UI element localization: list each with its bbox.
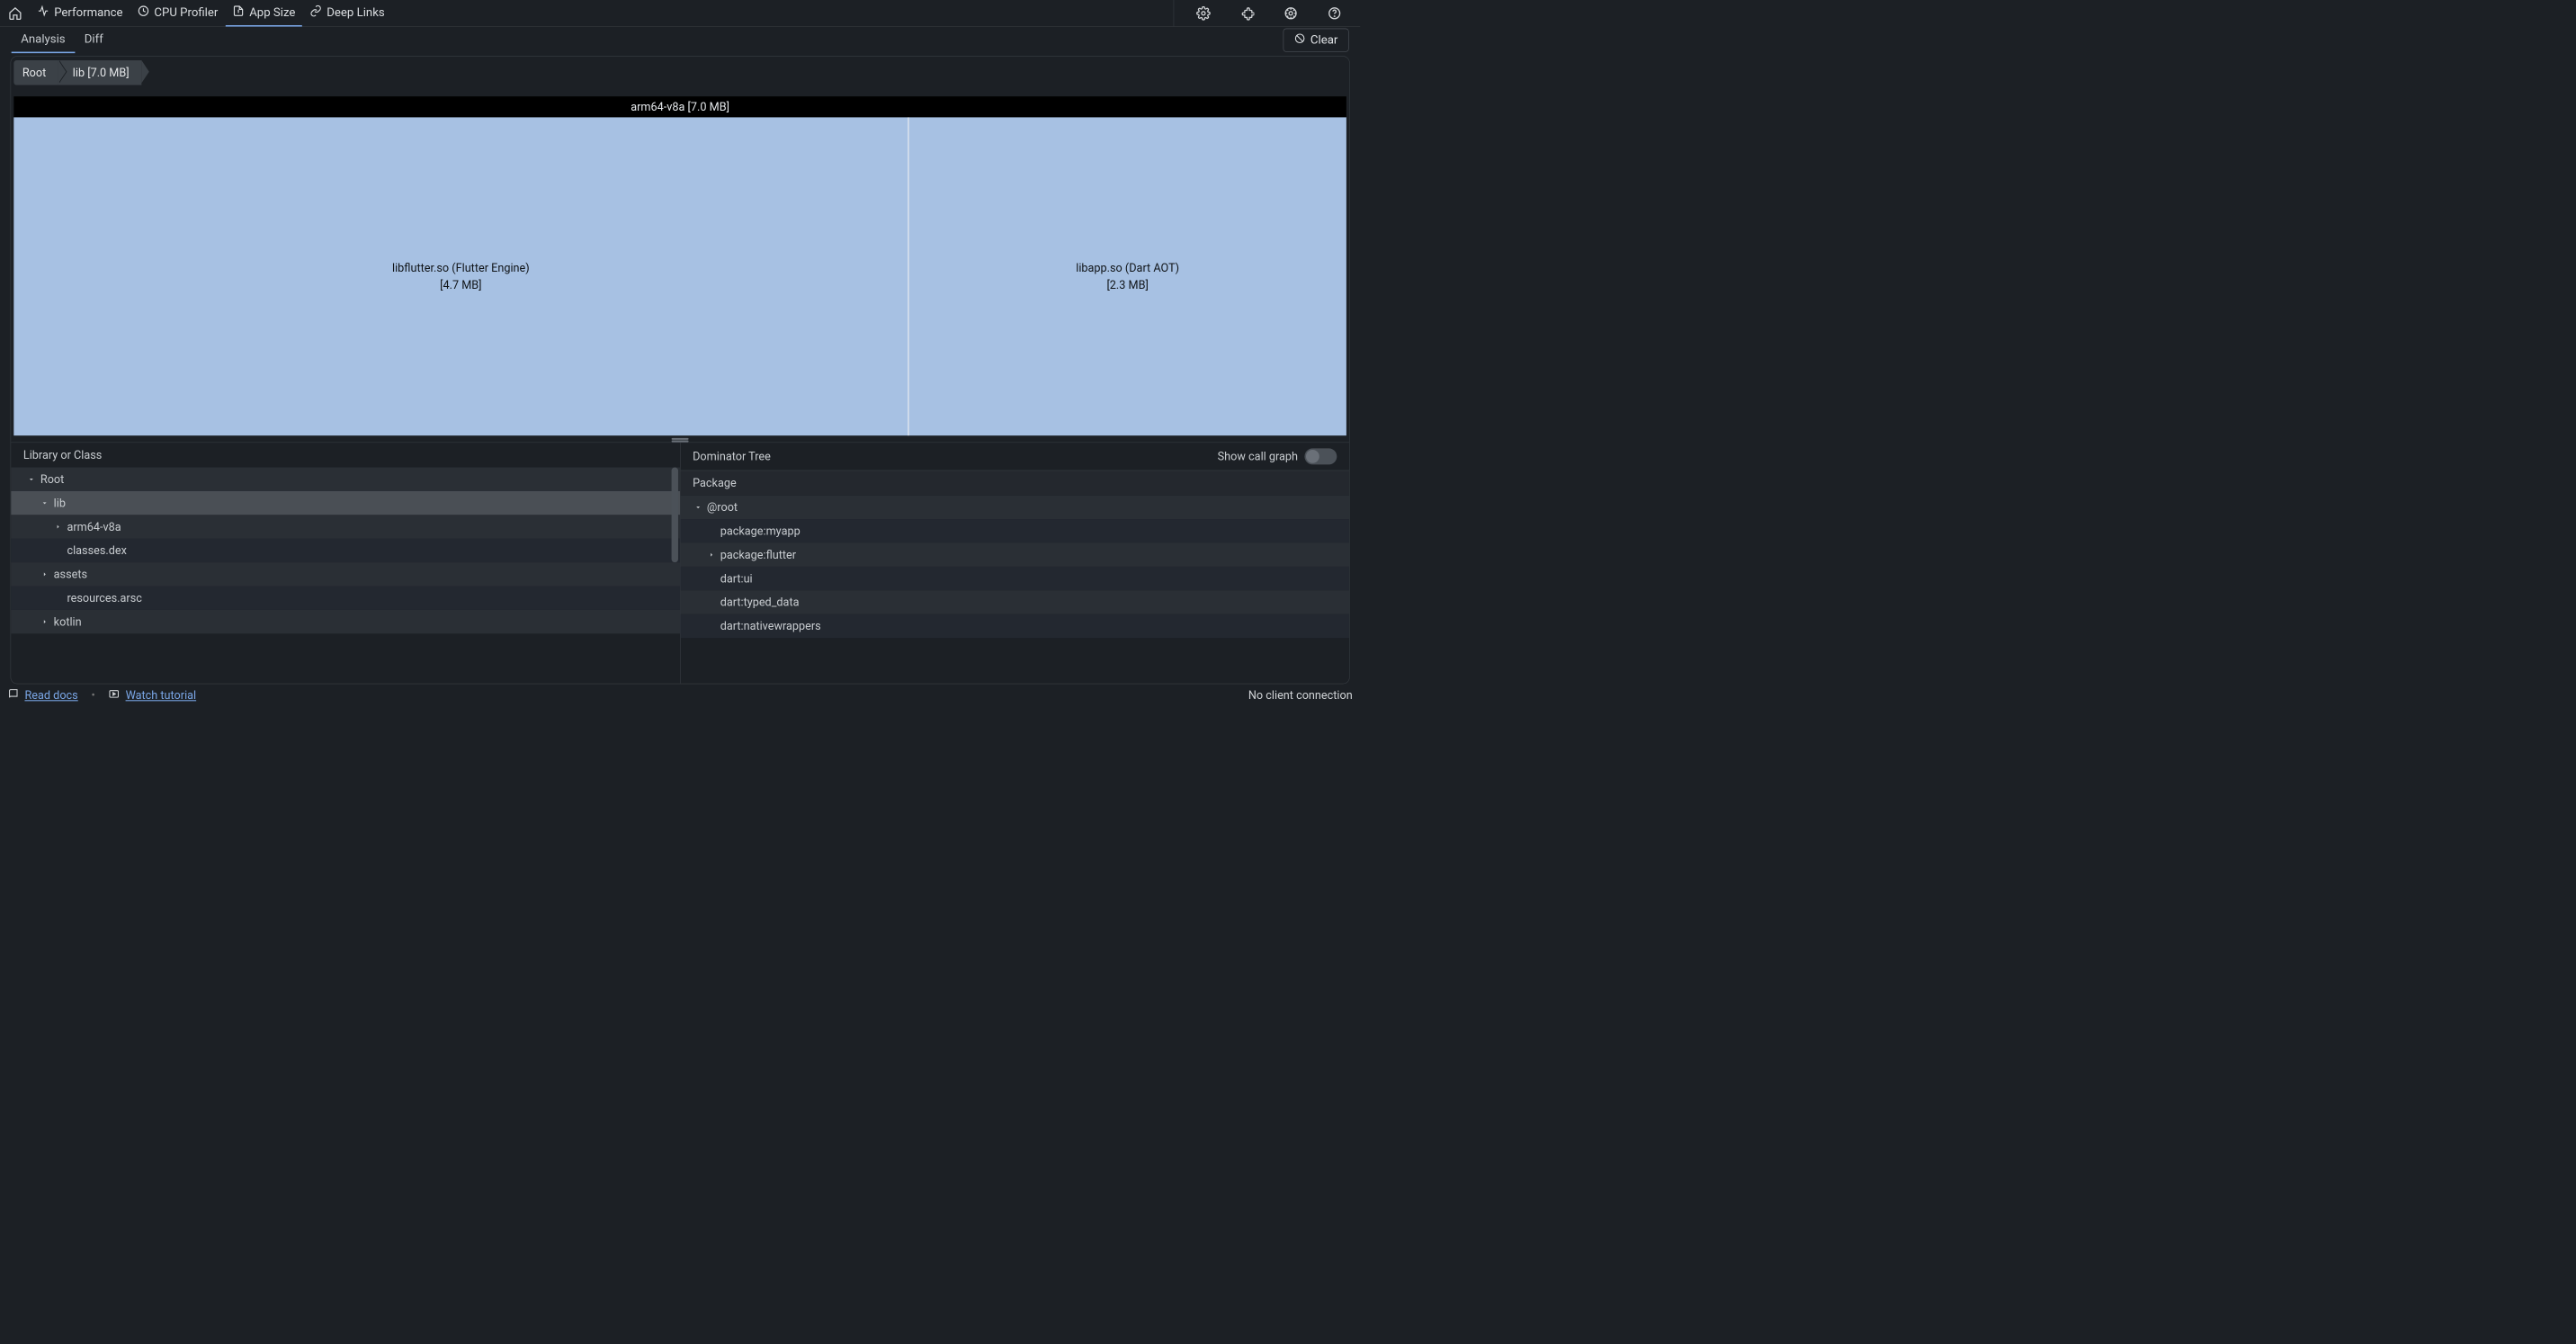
tree-row[interactable]: arm64-v8a [11, 515, 680, 538]
row-label: lib [54, 497, 66, 510]
tree-row[interactable]: dart:nativewrappers [680, 614, 1349, 638]
nav-label: CPU Profiler [154, 5, 218, 19]
switch-knob [1306, 450, 1319, 463]
home-button[interactable] [4, 2, 26, 24]
cell-size: [2.3 MB] [1106, 278, 1148, 291]
video-icon [109, 688, 121, 703]
tree-row[interactable]: kotlin [11, 610, 680, 633]
chevron-down-icon[interactable] [692, 503, 704, 513]
tree-row[interactable]: Root [11, 468, 680, 491]
nav-performance[interactable]: Performance [31, 0, 130, 26]
spacer [705, 574, 718, 584]
breadcrumb: Root lib [7.0 MB] [11, 57, 1349, 85]
link-icon [309, 4, 322, 20]
breadcrumb-lib[interactable]: lib [7.0 MB] [58, 60, 141, 85]
spacer [52, 593, 65, 603]
performance-icon [37, 4, 49, 20]
row-label: kotlin [54, 615, 82, 629]
tree-row[interactable]: package:flutter [680, 543, 1349, 567]
nav-label: Deep Links [326, 5, 384, 19]
row-label: resources.arsc [67, 591, 141, 605]
breadcrumb-root[interactable]: Root [13, 60, 58, 85]
toggle-label: Show call graph [1218, 450, 1298, 463]
row-label: assets [54, 568, 87, 581]
show-call-graph-toggle[interactable] [1304, 448, 1337, 464]
spacer [705, 597, 718, 607]
drag-handle-icon [672, 438, 689, 440]
divider [1174, 0, 1175, 26]
spacer [705, 622, 718, 632]
separator-dot: • [91, 689, 94, 703]
row-label: dart:typed_data [720, 596, 800, 609]
treemap-cell-libapp[interactable]: libapp.so (Dart AOT) [2.3 MB] [908, 117, 1346, 435]
row-label: package:myapp [720, 524, 801, 538]
tree-row[interactable]: package:myapp [680, 519, 1349, 542]
speed-icon [137, 4, 149, 20]
tree-row[interactable]: resources.arsc [11, 587, 680, 610]
tree-row[interactable]: @root [680, 496, 1349, 519]
book-icon [7, 688, 19, 703]
treemap-cell-libflutter[interactable]: libflutter.so (Flutter Engine) [4.7 MB] [13, 117, 908, 435]
row-splitter[interactable] [11, 435, 1349, 442]
cell-title: libapp.so (Dart AOT) [1076, 261, 1179, 274]
connection-status: No client connection [1248, 689, 1353, 703]
library-tree: Library or Class Root libarm64-v8a classes… [11, 443, 680, 684]
settings-button[interactable] [1192, 2, 1214, 24]
extensions-button[interactable] [1236, 2, 1258, 24]
tab-diff[interactable]: Diff [75, 27, 112, 54]
tree-row[interactable]: dart:typed_data [680, 590, 1349, 614]
nav-deep-links[interactable]: Deep Links [303, 0, 391, 26]
main-panel: Root lib [7.0 MB] arm64-v8a [7.0 MB] lib… [11, 56, 1350, 684]
tree-row[interactable]: classes.dex [11, 539, 680, 562]
nav-label: Performance [54, 5, 122, 19]
watch-tutorial-link[interactable]: Watch tutorial [126, 689, 197, 703]
row-label: dart:nativewrappers [720, 620, 821, 633]
chevron-right-icon[interactable] [39, 617, 51, 627]
row-label: arm64-v8a [67, 520, 121, 533]
package-header: Package [680, 470, 1349, 496]
left-rows[interactable]: Root libarm64-v8a classes.dex assets resourc… [11, 468, 680, 684]
clear-button[interactable]: Clear [1284, 28, 1349, 51]
cell-size: [4.7 MB] [440, 278, 481, 291]
spacer [705, 526, 718, 536]
row-label: package:flutter [720, 548, 796, 561]
chevron-right-icon[interactable] [52, 522, 65, 532]
nav-cpu-profiler[interactable]: CPU Profiler [130, 0, 225, 26]
left-table-header: Library or Class [11, 443, 680, 467]
sub-nav: Analysis Diff Clear [0, 27, 1360, 54]
right-table-header: Dominator Tree Show call graph [680, 443, 1349, 470]
nav-label: App Size [249, 5, 295, 19]
treemap: arm64-v8a [7.0 MB] libflutter.so (Flutte… [13, 96, 1346, 435]
row-label: classes.dex [67, 544, 126, 558]
chevron-down-icon[interactable] [25, 474, 38, 484]
treemap-header[interactable]: arm64-v8a [7.0 MB] [13, 96, 1346, 117]
nav-app-size[interactable]: App Size [226, 0, 302, 26]
row-label: Root [40, 472, 64, 486]
dominator-tree: Dominator Tree Show call graph Package @… [680, 443, 1349, 684]
chevron-right-icon[interactable] [705, 550, 718, 560]
scrollbar-thumb[interactable] [671, 468, 677, 563]
row-label: @root [707, 501, 738, 515]
spacer [52, 546, 65, 556]
tree-row[interactable]: assets [11, 562, 680, 586]
cell-title: libflutter.so (Flutter Engine) [392, 261, 530, 274]
row-label: dart:ui [720, 572, 753, 586]
help-button[interactable] [1323, 2, 1346, 24]
tree-row[interactable]: dart:ui [680, 567, 1349, 590]
chevron-down-icon[interactable] [39, 498, 51, 508]
tree-row[interactable]: lib [11, 491, 680, 515]
footer: Read docs • Watch tutorial No client con… [0, 684, 1360, 706]
read-docs-link[interactable]: Read docs [24, 689, 77, 703]
top-nav: Performance CPU Profiler App Size Deep L… [0, 0, 1360, 27]
right-rows[interactable]: @root package:myapp package:flutter dart:ui… [680, 496, 1349, 684]
block-icon [1294, 32, 1306, 47]
bug-button[interactable] [1279, 2, 1301, 24]
chevron-right-icon[interactable] [39, 569, 51, 579]
document-icon [232, 4, 245, 20]
tab-analysis[interactable]: Analysis [12, 27, 75, 54]
